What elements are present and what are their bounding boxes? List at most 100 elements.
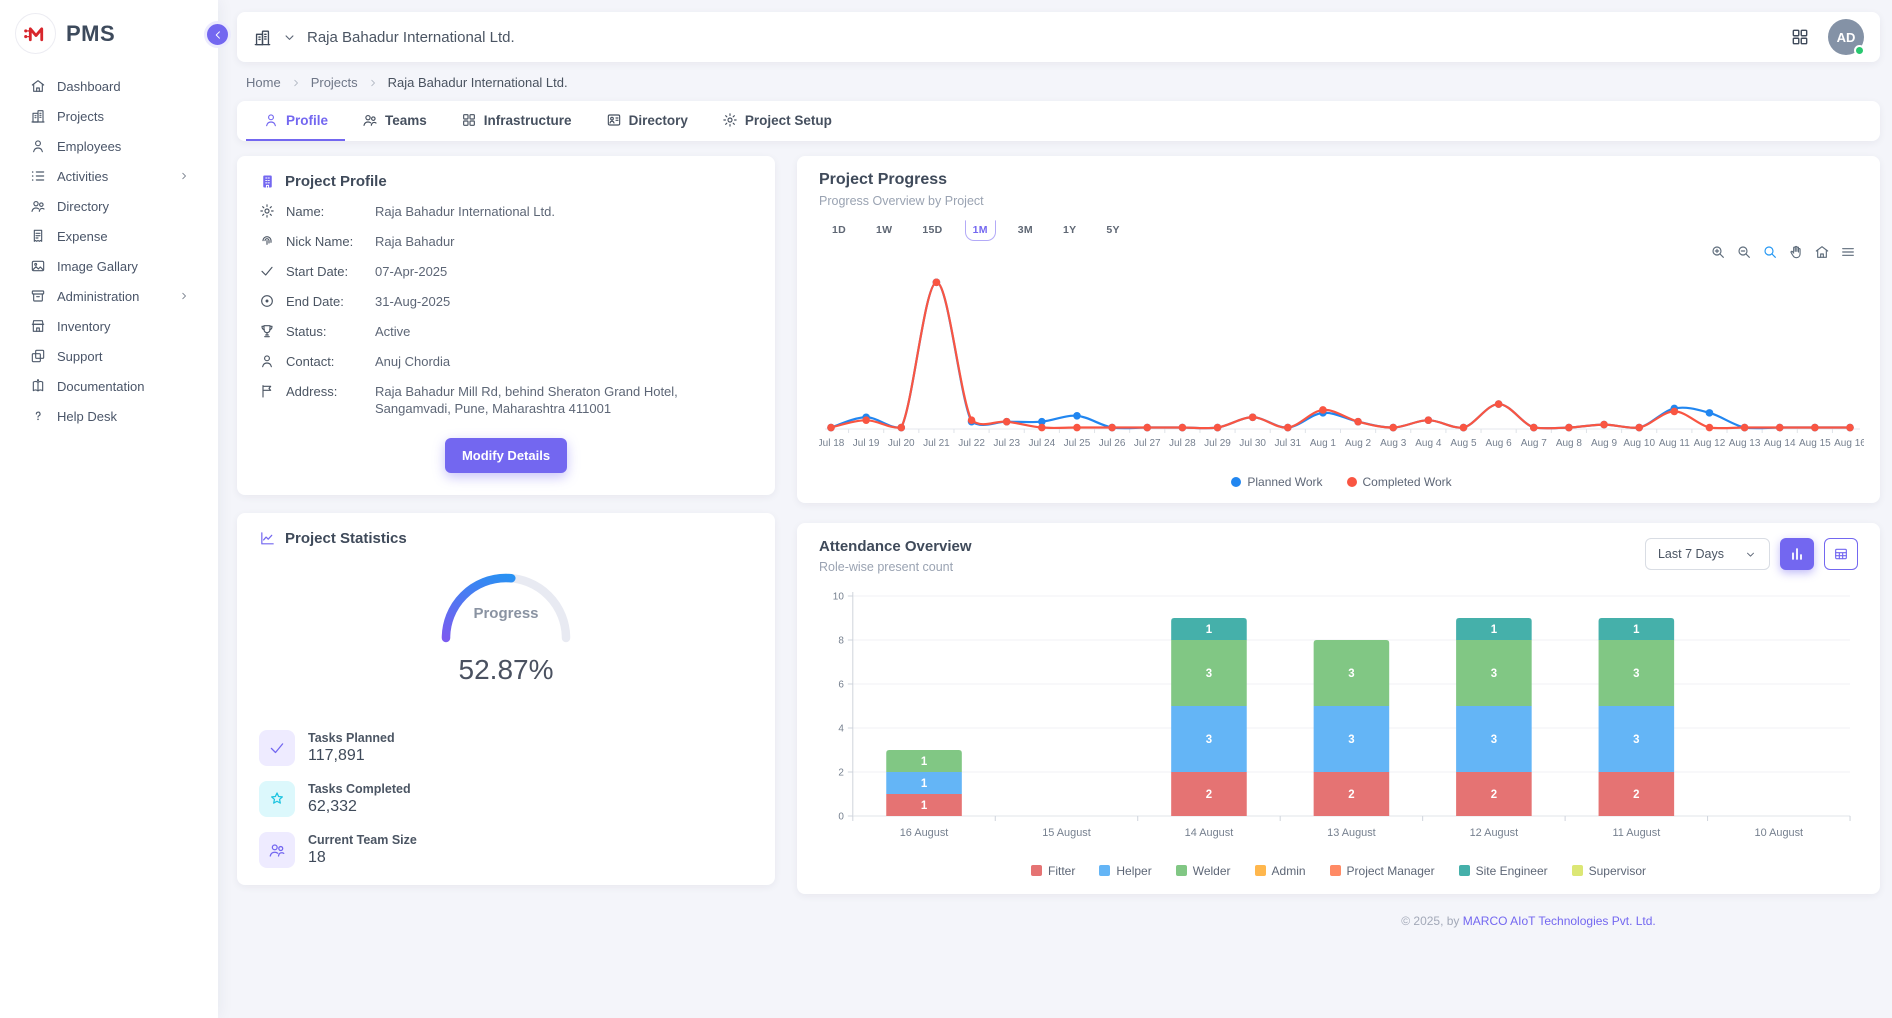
stat-label: Tasks Completed	[308, 782, 411, 796]
svg-text:6: 6	[838, 679, 844, 690]
sidebar-item-administration[interactable]: Administration	[0, 281, 218, 311]
svg-text:3: 3	[1633, 734, 1639, 746]
field-label: Address:	[286, 383, 364, 417]
tab-teams[interactable]: Teams	[345, 101, 444, 141]
footer-company-link[interactable]: MARCO AIoT Technologies Pvt. Ltd.	[1463, 914, 1656, 928]
range-button-1y[interactable]: 1Y	[1055, 220, 1084, 241]
range-button-1d[interactable]: 1D	[824, 220, 854, 241]
legend-item-completed-work[interactable]: Completed Work	[1347, 475, 1452, 489]
svg-text:Aug 1: Aug 1	[1310, 438, 1337, 449]
stat-icon-box	[259, 730, 295, 766]
bar-chart-legend: Fitter Helper Welder Admin Project Manager Si…	[819, 862, 1858, 886]
svg-text:Aug 11: Aug 11	[1659, 438, 1690, 449]
range-button-1m[interactable]: 1M	[965, 220, 996, 241]
legend-item-planned-work[interactable]: Planned Work	[1231, 475, 1322, 489]
legend-item-welder[interactable]: Welder	[1176, 864, 1231, 878]
avatar[interactable]: AD	[1828, 19, 1864, 55]
legend-swatch	[1330, 865, 1341, 876]
svg-text:Jul 28: Jul 28	[1169, 438, 1196, 449]
statistics-card-title: Project Statistics	[285, 530, 407, 547]
svg-text:1: 1	[921, 778, 928, 790]
bar-view-button[interactable]	[1780, 538, 1814, 570]
sidebar-item-employees[interactable]: Employees	[0, 131, 218, 161]
svg-text:1: 1	[921, 800, 928, 812]
main-area: Raja Bahadur International Ltd. AD Home P…	[218, 0, 1892, 1018]
svg-text:14 August: 14 August	[1185, 827, 1234, 839]
sidebar-item-documentation[interactable]: Documentation	[0, 371, 218, 401]
legend-item-site-engineer[interactable]: Site Engineer	[1459, 864, 1548, 878]
svg-text:Jul 19: Jul 19	[853, 438, 880, 449]
grid-icon	[461, 112, 477, 128]
field-label: Status:	[286, 323, 364, 340]
sidebar-item-label: Image Gallary	[57, 259, 138, 274]
toolbar-menu-button[interactable]	[1840, 244, 1856, 260]
tab-infrastructure[interactable]: Infrastructure	[444, 101, 589, 141]
breadcrumb-item-home[interactable]: Home	[246, 75, 281, 90]
zoom-in-icon	[1710, 244, 1726, 260]
trophy-icon	[259, 323, 275, 339]
sidebar-item-directory[interactable]: Directory	[0, 191, 218, 221]
modify-details-button[interactable]: Modify Details	[445, 438, 567, 473]
tab-profile[interactable]: Profile	[246, 101, 345, 141]
gauge-svg	[431, 558, 581, 646]
receipt-icon	[30, 228, 46, 244]
sidebar-item-inventory[interactable]: Inventory	[0, 311, 218, 341]
toolbar-zoom-in-button[interactable]	[1710, 244, 1726, 260]
sidebar-item-help-desk[interactable]: Help Desk	[0, 401, 218, 431]
sidebar-item-projects[interactable]: Projects	[0, 101, 218, 131]
list-icon	[30, 168, 46, 184]
range-button-15d[interactable]: 15D	[914, 220, 950, 241]
sidebar-item-support[interactable]: Support	[0, 341, 218, 371]
toolbar-zoom-out-button[interactable]	[1736, 244, 1752, 260]
attendance-bar-chart: 024681011116 August15 August233114 Augus…	[819, 582, 1858, 862]
table-view-button[interactable]	[1824, 538, 1858, 570]
content: Project Profile Name:Raja Bahadur Intern…	[237, 156, 1880, 1018]
attendance-card-title: Attendance Overview	[819, 538, 972, 555]
breadcrumb-separator-icon	[367, 77, 379, 89]
tab-directory[interactable]: Directory	[589, 101, 705, 141]
legend-swatch	[1031, 865, 1042, 876]
apps-grid-button[interactable]	[1790, 27, 1810, 47]
stat-tasks-planned: Tasks Planned117,891	[259, 730, 753, 766]
toolbar-reset-home-button[interactable]	[1814, 244, 1830, 260]
chevron-right-icon	[178, 290, 190, 302]
sidebar-item-image-gallary[interactable]: Image Gallary	[0, 251, 218, 281]
progress-card-subtitle: Progress Overview by Project	[819, 194, 1864, 208]
zoom-out-icon	[1736, 244, 1752, 260]
svg-text:3: 3	[1206, 668, 1212, 680]
company-name: Raja Bahadur International Ltd.	[307, 29, 515, 46]
legend-item-admin[interactable]: Admin	[1255, 864, 1306, 878]
sidebar-item-activities[interactable]: Activities	[0, 161, 218, 191]
legend-item-helper[interactable]: Helper	[1099, 864, 1151, 878]
range-button-5y[interactable]: 5Y	[1098, 220, 1127, 241]
logo-m-icon	[15, 13, 56, 54]
legend-swatch	[1459, 865, 1470, 876]
field-value: Active	[375, 323, 753, 340]
company-selector[interactable]: Raja Bahadur International Ltd.	[253, 28, 515, 47]
svg-text:Jul 31: Jul 31	[1274, 438, 1301, 449]
stat-value: 62,332	[308, 798, 411, 816]
toolbar-pan-button[interactable]	[1788, 244, 1804, 260]
legend-item-project-manager[interactable]: Project Manager	[1330, 864, 1435, 878]
attendance-controls: Last 7 Days	[1645, 538, 1858, 570]
toolbar-selection-zoom-button[interactable]	[1762, 244, 1778, 260]
sidebar-nav: DashboardProjectsEmployeesActivitiesDire…	[0, 71, 218, 431]
sidebar-collapse-button[interactable]	[204, 21, 231, 48]
date-range-select[interactable]: Last 7 Days	[1645, 538, 1770, 570]
range-button-1w[interactable]: 1W	[868, 220, 900, 241]
range-button-3m[interactable]: 3M	[1010, 220, 1041, 241]
selection-zoom-icon	[1762, 244, 1778, 260]
svg-text:Jul 26: Jul 26	[1099, 438, 1126, 449]
sidebar-item-expense[interactable]: Expense	[0, 221, 218, 251]
svg-text:0: 0	[838, 811, 844, 822]
attendance-card-subtitle: Role-wise present count	[819, 560, 972, 574]
chevron-right-icon	[178, 170, 190, 182]
legend-item-fitter[interactable]: Fitter	[1031, 864, 1075, 878]
legend-item-supervisor[interactable]: Supervisor	[1572, 864, 1646, 878]
tab-project-setup[interactable]: Project Setup	[705, 101, 849, 141]
target-icon	[259, 293, 275, 309]
flag-icon	[259, 383, 275, 399]
stat-icon-box	[259, 781, 295, 817]
sidebar-item-dashboard[interactable]: Dashboard	[0, 71, 218, 101]
breadcrumb-item-projects[interactable]: Projects	[311, 75, 358, 90]
